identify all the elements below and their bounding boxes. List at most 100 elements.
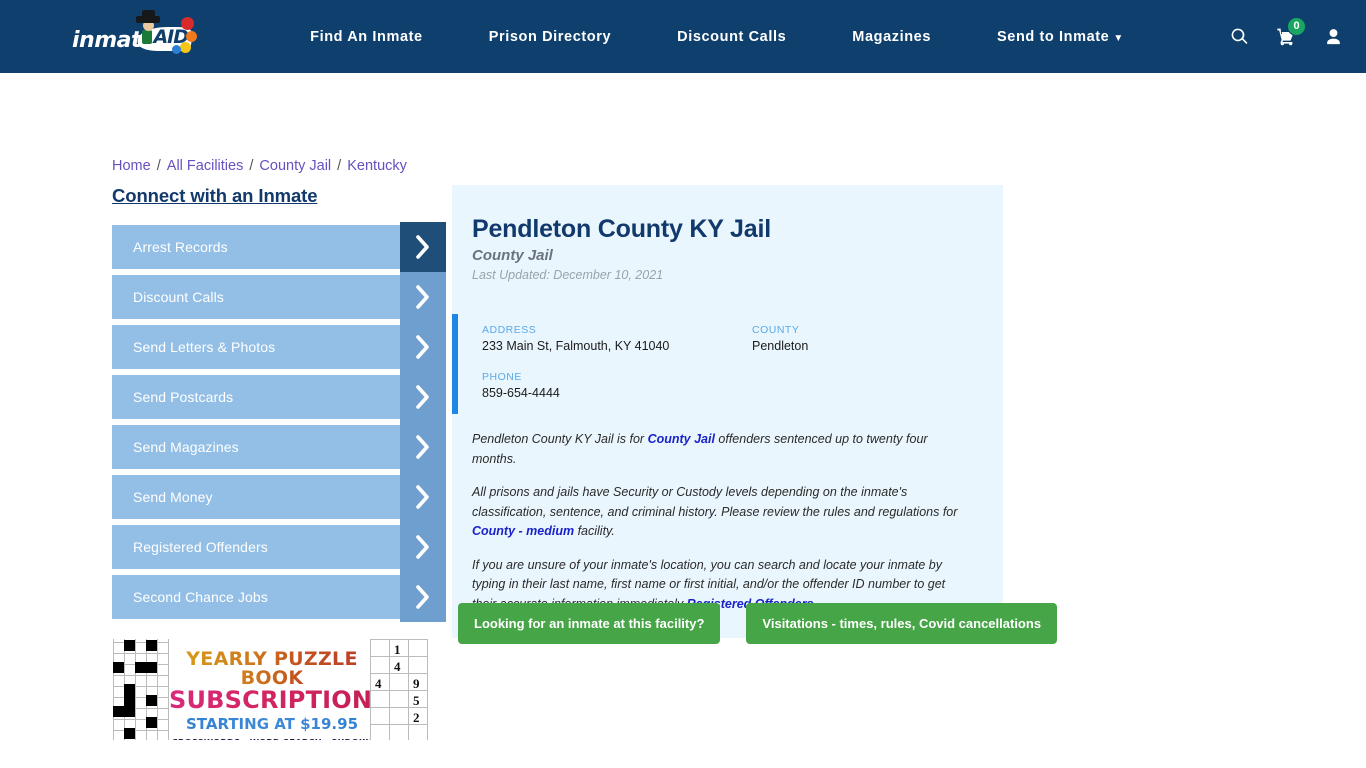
p2-text-a: All prisons and jails have Security or C…	[472, 485, 958, 519]
nav-label: Discount Calls	[677, 28, 787, 45]
advertisement-banner[interactable]: YEARLY PUZZLE BOOK SUBSCRIPTIONS STARTIN…	[112, 638, 429, 741]
cart-count-badge: 0	[1287, 16, 1306, 36]
sidebar-item-discount-calls[interactable]: Discount Calls	[112, 272, 446, 322]
sidebar-item-label: Send Magazines	[133, 439, 239, 455]
sidebar-item-label: Send Postcards	[133, 389, 234, 405]
sidebar-item-label: Arrest Records	[133, 239, 228, 255]
sidebar-item-send-letters-photos[interactable]: Send Letters & Photos	[112, 322, 446, 372]
sidebar-title: Connect with an Inmate	[112, 185, 318, 206]
logo-graphic: inmate AID	[70, 9, 198, 59]
sidebar-item-label: Discount Calls	[133, 289, 224, 305]
accent-bar	[452, 314, 458, 414]
ad-line-1: YEARLY PUZZLE BOOK	[169, 650, 375, 688]
page-title: Pendleton County KY Jail	[472, 215, 771, 243]
detail-phone: PHONE 859-654-4444	[482, 371, 752, 400]
cart-icon[interactable]: 0	[1275, 16, 1306, 49]
breadcrumb-item-home[interactable]: Home	[112, 158, 151, 174]
ad-line-4: CROSSWORDS · WORD SEARCH · SUDOKU · BRAI…	[169, 737, 375, 740]
sidebar-item-send-money[interactable]: Send Money	[112, 472, 446, 522]
phone-label: PHONE	[482, 371, 522, 383]
find-inmate-button[interactable]: Looking for an inmate at this facility?	[458, 603, 721, 644]
link-county-jail[interactable]: County Jail	[648, 432, 715, 446]
nav-item-magazines[interactable]: Magazines	[819, 29, 964, 45]
chevron-right-icon	[400, 222, 446, 272]
crossword-grid-graphic	[113, 639, 171, 740]
facility-info-card: Pendleton County KY Jail County Jail Las…	[452, 185, 1003, 638]
facility-details: ADDRESS 233 Main St, Falmouth, KY 41040 …	[452, 314, 1003, 414]
sidebar: Connect with an Inmate Arrest Records Di…	[112, 185, 446, 625]
p1-text-a: Pendleton County KY Jail is for	[472, 432, 648, 446]
sidebar-item-second-chance-jobs[interactable]: Second Chance Jobs	[112, 572, 446, 622]
description-paragraph-2: All prisons and jails have Security or C…	[472, 483, 971, 542]
nav-label: Send to Inmate	[997, 28, 1110, 45]
logo-balloon-red-icon	[181, 16, 194, 30]
sidebar-item-registered-offenders[interactable]: Registered Offenders	[112, 522, 446, 572]
site-header: inmate AID Find An Inmate Prison Directo…	[0, 0, 1366, 73]
sudoku-grid-graphic: 1 4 4 9 5 2	[370, 639, 428, 740]
user-icon[interactable]	[1322, 25, 1344, 49]
sudoku-number: 4	[394, 659, 401, 674]
breadcrumb-item-county-jail[interactable]: County Jail	[259, 158, 331, 174]
county-label: COUNTY	[752, 324, 800, 336]
breadcrumb-item-all-facilities[interactable]: All Facilities	[167, 158, 244, 174]
breadcrumb-separator: /	[245, 158, 258, 174]
detail-county: COUNTY Pendleton	[752, 324, 983, 353]
nav-label: Magazines	[852, 28, 932, 45]
sudoku-number: 5	[413, 693, 420, 708]
chevron-right-icon	[400, 272, 446, 322]
sudoku-number: 2	[413, 710, 420, 725]
sidebar-item-send-postcards[interactable]: Send Postcards	[112, 372, 446, 422]
address-label: ADDRESS	[482, 324, 537, 336]
link-county-medium[interactable]: County - medium	[472, 524, 574, 538]
breadcrumb-separator: /	[152, 158, 165, 174]
address-value: 233 Main St, Falmouth, KY 41040	[482, 339, 670, 353]
logo-figure-body-icon	[142, 29, 152, 44]
nav-label: Find An Inmate	[310, 28, 423, 45]
breadcrumb-separator: /	[333, 158, 346, 174]
chevron-right-icon	[400, 572, 446, 622]
ad-line-3: STARTING AT $19.95	[169, 715, 375, 733]
advertisement-text: YEARLY PUZZLE BOOK SUBSCRIPTIONS STARTIN…	[169, 639, 390, 740]
chevron-right-icon	[400, 522, 446, 572]
main-navigation: Find An Inmate Prison Directory Discount…	[220, 29, 1214, 45]
visitations-button[interactable]: Visitations - times, rules, Covid cancel…	[746, 603, 1058, 644]
nav-item-send-to-inmate[interactable]: Send to Inmate ▼	[964, 29, 1157, 45]
sidebar-item-label: Registered Offenders	[133, 539, 268, 555]
detail-address: ADDRESS 233 Main St, Falmouth, KY 41040	[482, 324, 752, 353]
description-paragraph-1: Pendleton County KY Jail is for County J…	[472, 430, 971, 469]
facility-type: County Jail	[472, 247, 553, 264]
nav-item-find-an-inmate[interactable]: Find An Inmate	[277, 29, 456, 45]
sidebar-item-label: Second Chance Jobs	[133, 589, 268, 605]
detail-empty	[752, 371, 983, 400]
county-value: Pendleton	[752, 339, 809, 353]
logo-balloon-blue-icon	[172, 44, 181, 54]
sidebar-item-arrest-records[interactable]: Arrest Records	[112, 222, 446, 272]
facility-header: Pendleton County KY Jail County Jail Las…	[452, 207, 1003, 282]
site-logo[interactable]: inmate AID	[70, 9, 220, 59]
chevron-right-icon	[400, 322, 446, 372]
nav-label: Prison Directory	[488, 28, 612, 45]
chevron-down-icon: ▼	[1113, 32, 1124, 44]
logo-balloon-orange-icon	[186, 30, 197, 42]
sudoku-number: 1	[394, 642, 401, 657]
search-icon[interactable]	[1228, 25, 1250, 49]
p2-text-b: facility.	[574, 524, 615, 538]
chevron-right-icon	[400, 422, 446, 472]
phone-value: 859-654-4444	[482, 386, 560, 400]
header-icon-group: 0	[1214, 16, 1344, 49]
sidebar-item-label: Send Money	[133, 489, 213, 505]
sidebar-item-label: Send Letters & Photos	[133, 339, 276, 355]
sudoku-number: 9	[413, 676, 420, 691]
ad-line-2: SUBSCRIPTIONS	[169, 686, 390, 714]
sudoku-number: 4	[375, 676, 382, 691]
nav-item-discount-calls[interactable]: Discount Calls	[644, 29, 819, 45]
breadcrumb: Home / All Facilities / County Jail / Ke…	[112, 158, 407, 174]
sidebar-item-send-magazines[interactable]: Send Magazines	[112, 422, 446, 472]
logo-balloon-yellow-icon	[180, 41, 191, 53]
chevron-right-icon	[400, 372, 446, 422]
breadcrumb-item-kentucky[interactable]: Kentucky	[347, 158, 407, 174]
chevron-right-icon	[400, 472, 446, 522]
nav-item-prison-directory[interactable]: Prison Directory	[456, 29, 644, 45]
cta-button-row: Looking for an inmate at this facility? …	[458, 603, 1058, 644]
logo-figure-hat-icon	[136, 9, 160, 23]
